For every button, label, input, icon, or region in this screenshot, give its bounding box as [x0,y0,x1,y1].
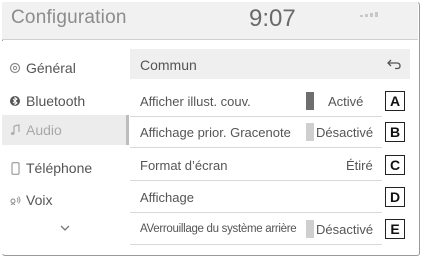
marker-b: B [385,122,405,142]
back-button[interactable] [378,49,410,79]
setting-row-display[interactable]: Affichage [130,182,382,213]
sidebar-item-telephone[interactable]: Téléphone [2,153,129,183]
row-label: Format d’écran [140,158,228,173]
sidebar-item-general[interactable]: Général [2,53,129,83]
marker-a: A [385,91,405,111]
main-panel: Commun Afficher illust. couv. Activé A A… [130,41,418,254]
sidebar-item-voix[interactable]: Voix [2,185,129,215]
section-title: Commun [140,57,197,73]
header-bar: Configuration 9:07 [2,2,418,40]
row-value: Désactivé [316,222,374,237]
sidebar-item-audio[interactable]: Audio [2,115,129,145]
marker-c: C [385,155,405,175]
clock: 9:07 [249,5,296,32]
toggle-indicator[interactable] [306,220,314,238]
toggle-indicator[interactable] [306,123,314,141]
setting-row-rear-lock[interactable]: AVerrouillage du système arrière Désacti… [130,214,382,245]
back-arrow-icon [387,59,401,70]
row-value: Étiré [346,158,373,173]
sidebar-item-label: Général [26,60,76,76]
setting-row-cover-art[interactable]: Afficher illust. couv. Activé [130,86,382,117]
bluetooth-icon [8,94,22,108]
voice-icon [8,193,22,207]
row-value: Désactivé [316,125,374,140]
row-label: Affichage [140,190,194,205]
setting-row-screen-format[interactable]: Format d’écran Étiré [130,150,382,181]
marker-e: E [385,219,405,239]
marker-d: D [385,187,405,207]
sidebar-item-label: Téléphone [26,160,93,176]
signal-icon [360,12,378,17]
toggle-indicator[interactable] [306,92,314,110]
sidebar-item-label: Audio [26,122,62,138]
phone-icon [8,161,22,175]
row-label: AVerrouillage du système arrière [140,223,297,235]
sidebar: Général Bluetooth Audio Téléphone Voix [2,41,129,254]
settings-screen: Configuration 9:07 Général Bluetooth Aud… [0,0,422,258]
chevron-down-icon[interactable] [58,221,72,235]
page-title: Configuration [11,7,127,28]
music-note-icon [8,123,22,137]
section-header: Commun [130,49,410,79]
row-label: Affichage prior. Gracenote [140,125,291,140]
gear-icon [8,61,22,75]
sidebar-item-label: Bluetooth [26,93,86,109]
setting-row-gracenote[interactable]: Affichage prior. Gracenote Désactivé [130,117,382,148]
sidebar-item-label: Voix [26,192,53,208]
row-label: Afficher illust. couv. [140,94,251,109]
row-value: Activé [328,94,364,109]
sidebar-item-bluetooth[interactable]: Bluetooth [2,86,129,116]
